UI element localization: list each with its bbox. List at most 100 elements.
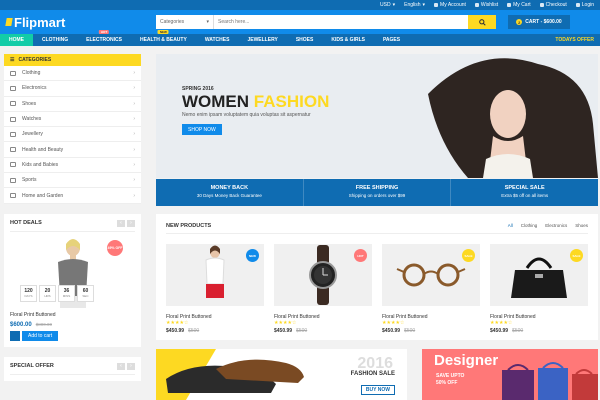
- product-badge: SALE: [462, 249, 475, 262]
- nav-shoes[interactable]: SHOES: [287, 34, 323, 46]
- product-price: $450.99 $500: [382, 328, 416, 334]
- category-item[interactable]: Watches ›: [4, 112, 141, 128]
- product-card[interactable]: NEW Floral Print Buttoned ★★★★☆ $450.99 $…: [166, 244, 264, 334]
- category-item[interactable]: Shoes ›: [4, 97, 141, 112]
- product-image[interactable]: NEW: [166, 244, 264, 306]
- chevron-right-icon: ›: [133, 131, 135, 138]
- product-grid: NEW Floral Print Buttoned ★★★★☆ $450.99 $…: [166, 244, 588, 334]
- my-account-link[interactable]: My Account: [434, 2, 466, 8]
- rating-stars: ★★★★☆: [166, 320, 189, 326]
- category-item[interactable]: Sports ›: [4, 173, 141, 189]
- hero-model-image: [428, 58, 598, 178]
- chevron-right-icon: ›: [133, 70, 135, 77]
- category-item[interactable]: Home and Garden ›: [4, 188, 141, 204]
- nav-home[interactable]: HOME: [0, 34, 33, 46]
- tab-all[interactable]: All: [508, 223, 513, 228]
- next-arrow-icon[interactable]: ›: [127, 362, 135, 370]
- banner-label: FASHION SALE: [350, 371, 395, 377]
- product-card[interactable]: SALE Floral Print Buttoned ★★★★☆ $450.99…: [382, 244, 480, 334]
- watch-image: [309, 245, 337, 305]
- designer-banner[interactable]: Designer SAVE UPTO 50% OFF: [422, 349, 598, 400]
- nav-jewellery[interactable]: JEWELLERY: [238, 34, 286, 46]
- categories-header: ☰ CATEGORIES: [4, 54, 141, 66]
- nav-electronics[interactable]: HOT ELECTRONICS: [77, 30, 131, 46]
- search-input[interactable]: [214, 15, 468, 29]
- search-button[interactable]: [468, 15, 496, 29]
- product-image[interactable]: SALE: [490, 244, 588, 306]
- categories-panel: ☰ CATEGORIES Clothing › Electronics › Shoe…: [4, 54, 141, 204]
- checkout-link[interactable]: Checkout: [539, 2, 567, 8]
- category-icon: [10, 70, 16, 76]
- nav-kids-girls[interactable]: KIDS & GIRLS: [322, 34, 374, 46]
- nav-watches[interactable]: WATCHES: [196, 34, 239, 46]
- lock-icon: [575, 3, 580, 7]
- shop-now-button[interactable]: SHOP NOW: [182, 124, 222, 135]
- cart-count-badge: 2: [516, 19, 523, 25]
- category-item[interactable]: Health and Beauty ›: [4, 142, 141, 158]
- category-icon: [10, 193, 16, 199]
- product-card[interactable]: SALE Floral Print Buttoned ★★★★☆ $450.99…: [490, 244, 588, 334]
- tab-shoes[interactable]: Shoes: [575, 223, 588, 228]
- nav-pages[interactable]: PAGES: [374, 34, 409, 46]
- product-filter-tabs: All Clothing Electronics Shoes: [508, 223, 588, 228]
- nav-clothing[interactable]: CLOTHING: [33, 34, 77, 46]
- tab-electronics[interactable]: Electronics: [545, 223, 567, 228]
- sidebar: ☰ CATEGORIES Clothing › Electronics › Shoe…: [4, 54, 141, 381]
- category-item[interactable]: Kids and Babies ›: [4, 158, 141, 174]
- deal-price: $600.00 $800.00: [10, 321, 52, 328]
- product-card[interactable]: HOT Floral Print Buttoned ★★★★☆ $450.99 $…: [274, 244, 372, 334]
- product-image[interactable]: SALE: [382, 244, 480, 306]
- new-products-title: NEW PRODUCTS: [166, 222, 212, 229]
- language-select[interactable]: English ▾: [404, 2, 425, 8]
- category-icon: [10, 101, 16, 107]
- deal-product-name[interactable]: Floral Print Buttoned: [10, 312, 135, 318]
- timer-secs: 60 SEC: [77, 284, 94, 302]
- fashion-sale-banner[interactable]: 2016 FASHION SALE BUY NOW: [156, 349, 407, 400]
- deal-image[interactable]: 49% OFF 120 DAYS 20 HRS 36 MINS 60 SEC: [10, 235, 135, 308]
- hero-description: Nemo enim ipsam voluptatem quia voluptas…: [182, 112, 311, 118]
- category-icon: [10, 116, 16, 122]
- category-item[interactable]: Clothing ›: [4, 66, 141, 82]
- hero-banner[interactable]: SPRING 2016 WOMEN FASHION Nemo enim ipsa…: [156, 54, 598, 178]
- deal-old-price: $800.00: [35, 321, 52, 327]
- heart-icon: [474, 3, 479, 7]
- hot-deals-panel: HOT DEALS ‹ › 49% OFF 120 DAYS 20 HRS 36…: [4, 213, 141, 347]
- logo[interactable]: Flipmart: [5, 14, 156, 30]
- buy-now-button[interactable]: BUY NOW: [360, 385, 395, 395]
- tab-clothing[interactable]: Clothing: [521, 223, 538, 228]
- next-arrow-icon[interactable]: ›: [127, 219, 135, 227]
- todays-offer-link[interactable]: TODAYS OFFER: [555, 37, 600, 43]
- chevron-right-icon: ›: [133, 177, 135, 184]
- hero-title: WOMEN FASHION: [182, 92, 330, 111]
- chevron-right-icon: ›: [133, 161, 135, 168]
- page: USD ▾ English ▾ My Account Wishlist My Car…: [0, 0, 600, 400]
- chevron-right-icon: ›: [133, 100, 135, 107]
- product-price: $450.99 $500: [166, 328, 200, 334]
- wishlist-link[interactable]: Wishlist: [474, 2, 498, 8]
- rating-stars: ★★★★☆: [274, 320, 297, 326]
- special-offer-title: SPECIAL OFFER: [10, 363, 54, 370]
- login-link[interactable]: Login: [575, 2, 594, 8]
- cart-button[interactable]: 2 CART - $600.00: [508, 15, 570, 29]
- top-bar: USD ▾ English ▾ My Account Wishlist My Car…: [0, 0, 600, 10]
- timer-hours: 20 HRS: [39, 284, 56, 302]
- search-icon: [478, 18, 486, 26]
- my-cart-link[interactable]: My Cart: [507, 2, 531, 8]
- category-icon: [10, 131, 16, 137]
- category-item[interactable]: Jewellery ›: [4, 127, 141, 143]
- cart-icon[interactable]: [10, 330, 20, 341]
- nav-health-beauty[interactable]: NEW HEALTH & BEAUTY: [131, 30, 196, 46]
- currency-select[interactable]: USD ▾: [380, 2, 395, 8]
- add-to-cart-button[interactable]: Add to cart: [22, 330, 59, 341]
- prev-arrow-icon[interactable]: ‹: [117, 219, 125, 227]
- benefit-money-back: MONEY BACK 30 Days Money Back Guarantee: [156, 179, 304, 206]
- prev-arrow-icon[interactable]: ‹: [117, 362, 125, 370]
- category-item[interactable]: Electronics ›: [4, 81, 141, 97]
- product-price: $450.99 $500: [274, 328, 308, 334]
- category-select[interactable]: Categories ▾: [156, 15, 214, 29]
- product-image[interactable]: HOT: [274, 244, 372, 306]
- category-icon: [10, 85, 16, 91]
- category-icon: [10, 147, 16, 153]
- logo-text: Flipmart: [14, 14, 66, 30]
- chevron-right-icon: ›: [133, 116, 135, 123]
